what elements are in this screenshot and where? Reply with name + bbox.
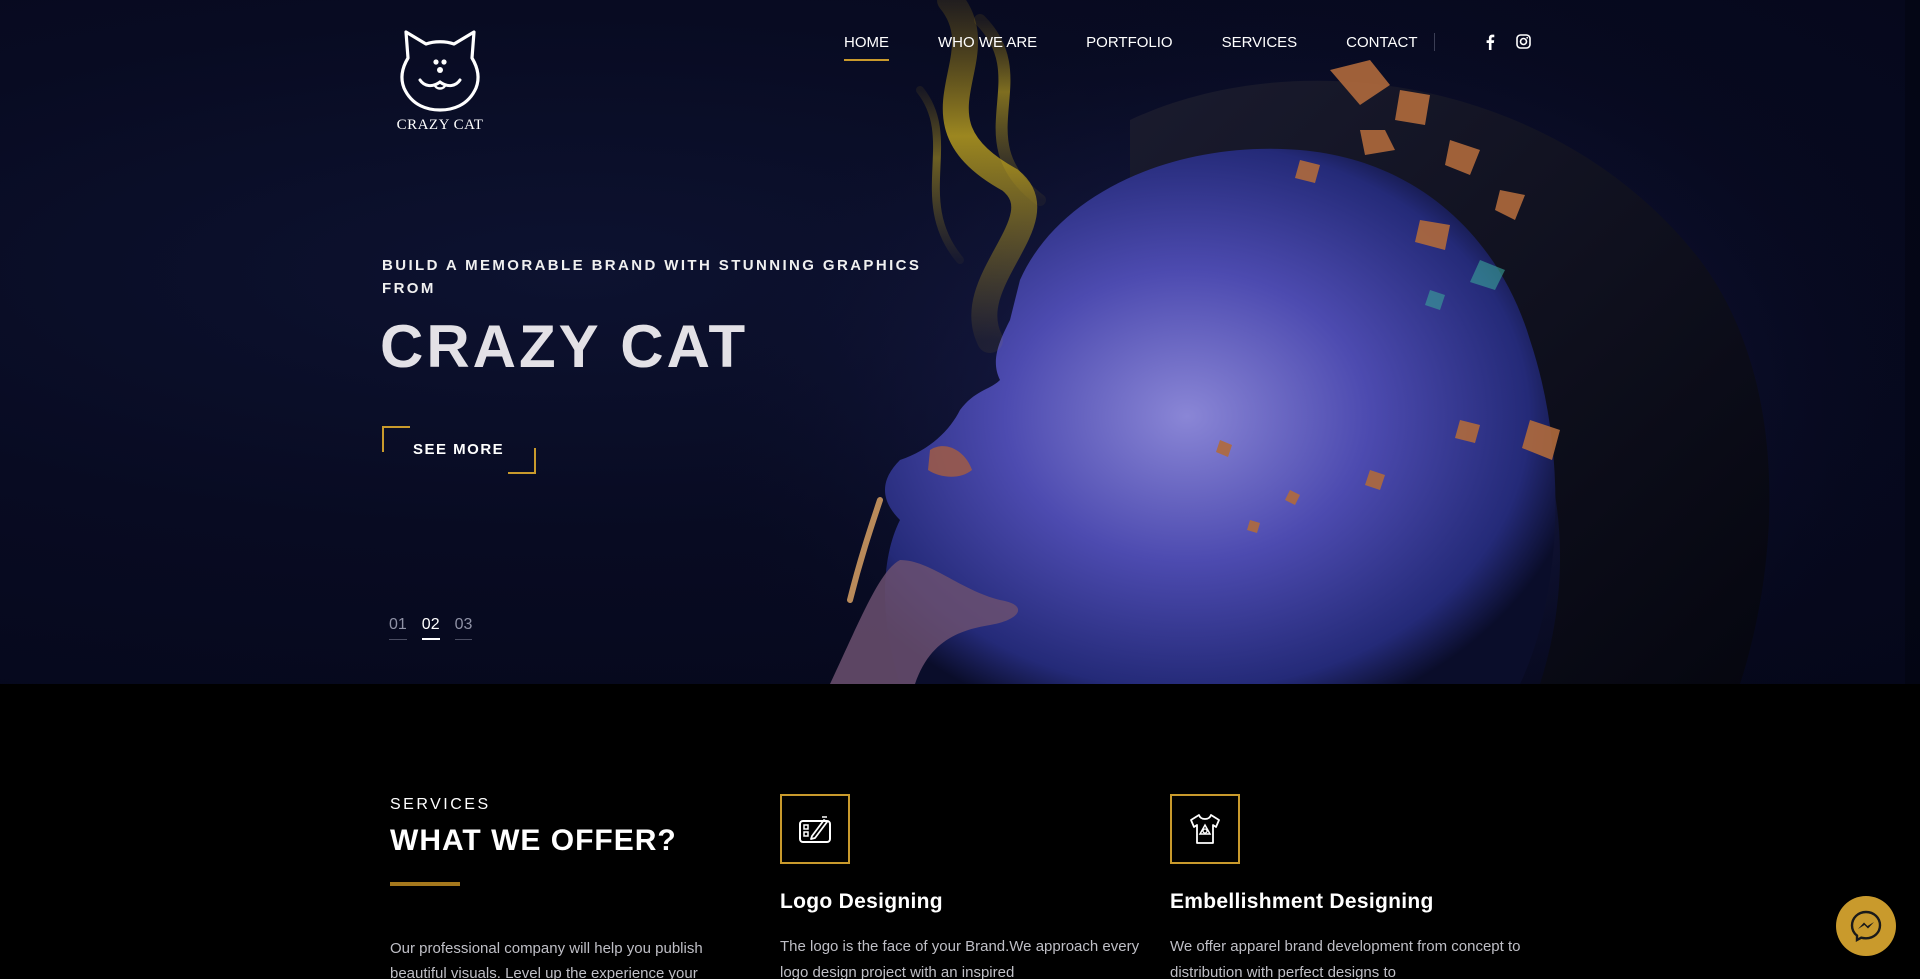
hero-section: CRAZY CAT HOME WHO WE ARE PORTFOLIO SERV… [0,0,1920,684]
service-card-title: Logo Designing [780,890,943,913]
messenger-icon[interactable] [1836,896,1896,956]
section-title: WHAT WE OFFER? [390,824,677,857]
slide-dot-02[interactable]: 02 [421,616,440,640]
main-nav: HOME WHO WE ARE PORTFOLIO SERVICES CONTA… [844,34,1467,61]
section-intro: Our professional company will help you p… [390,940,703,979]
button-corner-bottom-right [508,448,536,474]
service-card-logo[interactable]: Logo Designing The logo is the face of y… [780,794,1140,979]
brand-logo[interactable]: CRAZY CAT [394,28,486,134]
nav-item-who-we-are[interactable]: WHO WE ARE [938,34,1037,61]
section-eyebrow: SERVICES [390,796,491,813]
hero-subtitle: BUILD A MEMORABLE BRAND WITH STUNNING GR… [382,257,922,297]
see-more-button[interactable]: SEE MORE [382,426,536,474]
see-more-label: SEE MORE [413,441,505,458]
instagram-icon[interactable] [1516,34,1531,52]
slide-pagination: 01 02 03 [389,616,487,640]
hero-image [680,0,1920,684]
service-card-text: We offer apparel brand development from … [1170,938,1521,979]
services-section: SERVICES WHAT WE OFFER? Our professional… [0,684,1920,979]
facebook-icon[interactable] [1485,34,1495,53]
hero-title: CRAZY CAT [380,313,749,380]
nav-divider [1434,33,1435,51]
nav-item-services[interactable]: SERVICES [1222,34,1298,61]
nav-item-portfolio[interactable]: PORTFOLIO [1086,34,1172,61]
slide-dot-01[interactable]: 01 [389,616,407,640]
nav-item-home[interactable]: HOME [844,34,889,61]
drawing-tablet-icon [780,794,850,864]
section-underline [390,882,460,886]
brand-name: CRAZY CAT [396,117,484,133]
cat-logo-icon [400,30,480,112]
tshirt-icon [1170,794,1240,864]
service-card-title: Embellishment Designing [1170,890,1434,913]
slide-dot-03[interactable]: 03 [454,616,472,640]
page-scrollbar[interactable] [1905,0,1920,684]
service-card-text: The logo is the face of your Brand.We ap… [780,938,1140,979]
button-corner-top-left [382,426,410,452]
service-card-embellishment[interactable]: Embellishment Designing We offer apparel… [1170,794,1530,979]
nav-item-contact[interactable]: CONTACT [1346,34,1417,61]
